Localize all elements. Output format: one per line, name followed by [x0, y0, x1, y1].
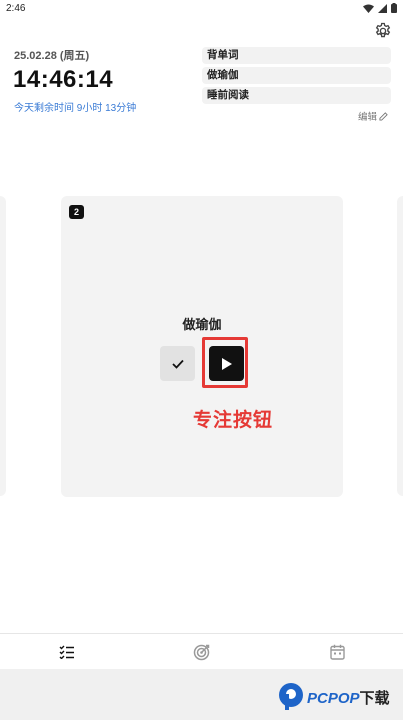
- watermark-suffix: 下载: [359, 689, 390, 707]
- nav-calendar[interactable]: [327, 642, 347, 662]
- status-icons: [363, 3, 397, 13]
- task-item[interactable]: 背单词: [202, 47, 391, 64]
- nav-tasks[interactable]: [57, 642, 77, 662]
- edit-icon: [379, 111, 388, 121]
- check-icon: [171, 359, 184, 369]
- task-list: 背单词 做瑜伽 睡前阅读: [202, 47, 391, 107]
- gear-icon: [375, 22, 391, 38]
- watermark-brand: PCPOP: [307, 689, 360, 707]
- nav-focus[interactable]: [192, 642, 212, 662]
- watermark-text: PCPOP下载: [307, 687, 390, 708]
- annotation-highlight-box: [202, 337, 248, 388]
- target-icon: [193, 644, 210, 661]
- wifi-icon: [363, 4, 374, 13]
- complete-button[interactable]: [160, 346, 195, 381]
- clock-text: 14:46:14: [13, 66, 114, 93]
- pcpop-logo-icon: [279, 683, 303, 710]
- edit-button[interactable]: 编辑: [358, 109, 388, 123]
- task-item[interactable]: 做瑜伽: [202, 67, 391, 84]
- next-card[interactable]: [397, 196, 403, 496]
- settings-button[interactable]: [374, 22, 392, 40]
- card-title: 做瑜伽: [182, 317, 222, 332]
- date-text: 25.02.28 (周五): [14, 50, 90, 62]
- previous-card[interactable]: [0, 196, 6, 496]
- task-card: 2 做瑜伽 专注按钮: [61, 196, 343, 497]
- battery-icon: [391, 3, 397, 13]
- task-item[interactable]: 睡前阅读: [202, 87, 391, 104]
- calendar-icon: [329, 644, 345, 660]
- annotation-label: 专注按钮: [193, 410, 274, 431]
- status-bar: 2:46: [0, 0, 403, 18]
- remaining-time-text: 今天剩余时间 9小时 13分钟: [14, 103, 137, 114]
- watermark: PCPOP下载: [278, 682, 390, 712]
- edit-label: 编辑: [357, 112, 377, 123]
- checklist-icon: [59, 645, 74, 659]
- bottom-nav: [0, 633, 403, 670]
- status-time: 2:46: [6, 3, 26, 14]
- signal-icon: [378, 3, 387, 13]
- task-index-badge: 2: [69, 205, 84, 219]
